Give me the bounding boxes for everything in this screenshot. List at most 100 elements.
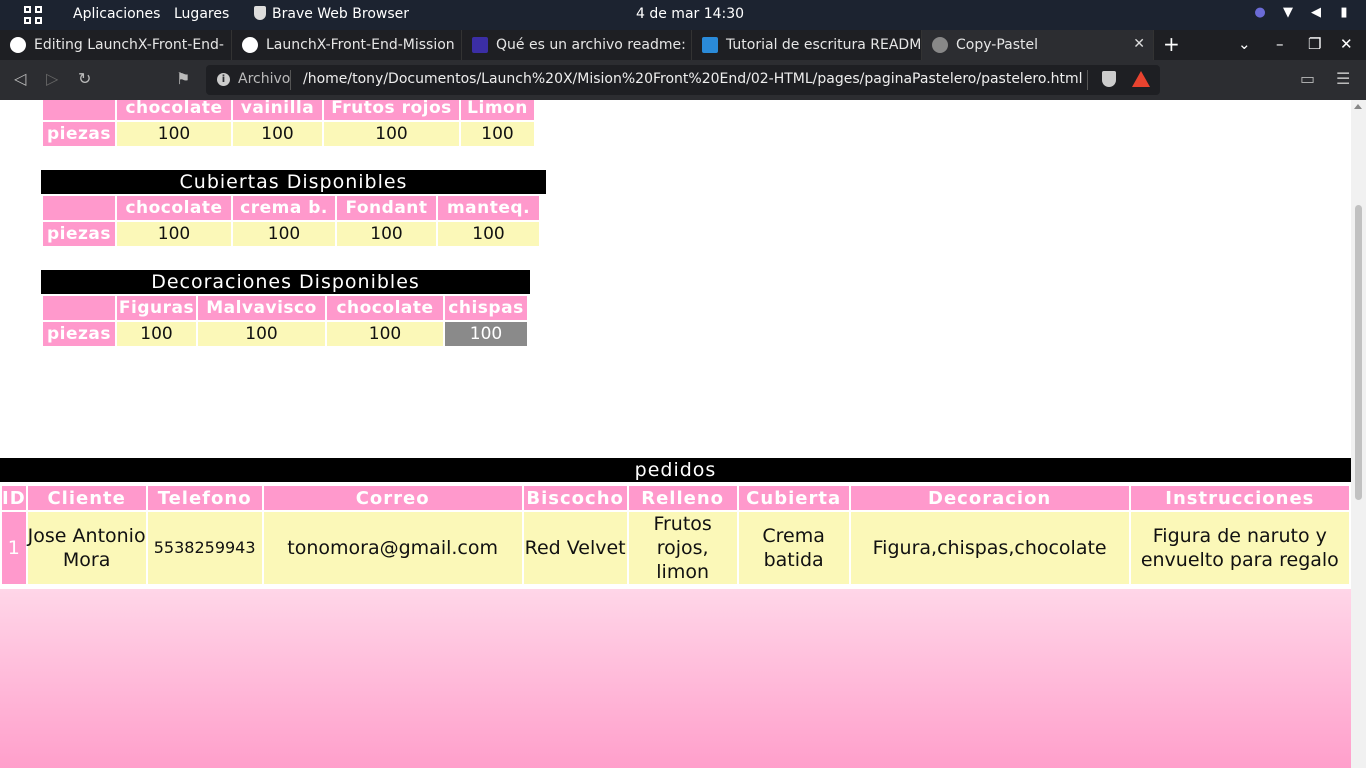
tab-label: Editing LaunchX-Front-End- (34, 37, 224, 53)
system-tray[interactable]: ● ▼ ◀ ▮ (1252, 5, 1352, 23)
tab-label: Tutorial de escritura READMI (726, 37, 922, 53)
table-header-cell: Cubierta (738, 486, 849, 510)
brave-rewards-icon[interactable] (1132, 71, 1150, 87)
wallet-icon[interactable]: ▭ (1300, 69, 1315, 88)
table-cell: 100 (233, 122, 322, 146)
minimize-icon[interactable]: – (1276, 35, 1284, 53)
pedidos-table: ID Cliente Telefono Correo Biscocho Rell… (0, 484, 1351, 586)
bookmark-icon[interactable]: ⚑ (176, 69, 190, 88)
active-app-menu[interactable]: Brave Web Browser (254, 6, 409, 22)
table-header-cell: vainilla (233, 100, 322, 120)
table-cell: Figura de naruto y envuelto para regalo (1130, 512, 1349, 584)
table-header-cell: manteq. (438, 196, 539, 220)
table-header-cell (43, 296, 115, 320)
table-cell-id: 1 (2, 512, 26, 584)
tab-editing-launchx[interactable]: Editing LaunchX-Front-End- (0, 30, 232, 60)
table-cell: Jose Antonio Mora (27, 512, 146, 584)
table-header-cell (43, 196, 115, 220)
table-header-cell: Biscocho (523, 486, 627, 510)
tab-copy-pastel[interactable]: Copy-Pastel ✕ (922, 30, 1154, 60)
address-bar[interactable]: i Archivo /home/tony/Documentos/Launch%2… (206, 65, 1160, 95)
cubiertas-caption: Cubiertas Disponibles (41, 170, 546, 194)
brave-lion-icon (254, 6, 266, 20)
volume-icon[interactable]: ◀ (1308, 5, 1324, 23)
system-top-bar: Aplicaciones Lugares Brave Web Browser 4… (0, 0, 1366, 30)
page-icon (472, 37, 488, 53)
row-label: piezas (43, 122, 115, 146)
tab-readme-que-es[interactable]: Qué es un archivo readme: ex (462, 30, 692, 60)
table-cell: 100 (233, 222, 335, 246)
table-header-cell: chocolate (327, 296, 443, 320)
scrollbar-thumb[interactable] (1355, 205, 1362, 500)
table-header-cell: Relleno (628, 486, 737, 510)
clock[interactable]: 4 de mar 14:30 (636, 6, 744, 22)
table-cell: 100 (461, 122, 534, 146)
table-cell: 100 (198, 322, 325, 346)
table-header-cell: Frutos rojos (324, 100, 459, 120)
globe-icon (932, 37, 948, 53)
table-header-row: chocolate crema b. Fondant manteq. (43, 196, 539, 220)
rellenos-table: chocolate vainilla Frutos rojos Limon pi… (41, 100, 536, 148)
table-cell: 100 (117, 322, 196, 346)
table-cell: 100 (438, 222, 539, 246)
menu-icon[interactable]: ☰ (1336, 69, 1350, 88)
table-header-cell: Decoracion (850, 486, 1129, 510)
table-row: piezas 100 100 100 100 (43, 122, 534, 146)
cubiertas-table: chocolate crema b. Fondant manteq. pieza… (41, 194, 541, 248)
table-header-cell: Limon (461, 100, 534, 120)
pedidos-caption: pedidos (0, 458, 1351, 482)
forward-icon[interactable]: ▷ (46, 69, 58, 88)
table-cell: 100 (117, 122, 231, 146)
tab-label: Qué es un archivo readme: ex (496, 37, 692, 53)
table-header-cell: chocolate (117, 100, 231, 120)
table-cell-hovered[interactable]: 100 (445, 322, 527, 346)
teams-icon[interactable]: ● (1252, 5, 1268, 23)
close-tab-icon[interactable]: ✕ (1133, 36, 1145, 52)
row-label: piezas (43, 322, 115, 346)
table-header-row: chocolate vainilla Frutos rojos Limon (43, 100, 534, 120)
table-cell: Red Velvet (523, 512, 627, 584)
tab-label: LaunchX-Front-End-Mission (266, 37, 455, 53)
tab-label: Copy-Pastel (956, 37, 1038, 53)
tab-tutorial-readme[interactable]: Tutorial de escritura READMI (692, 30, 922, 60)
tab-launchx-mission[interactable]: LaunchX-Front-End-Mission (232, 30, 462, 60)
wifi-icon[interactable]: ▼ (1280, 5, 1296, 23)
table-cell: tonomora@gmail.com (263, 512, 522, 584)
applications-menu[interactable]: Aplicaciones (73, 6, 160, 22)
browser-toolbar: ◁ ▷ ↻ ⚑ i Archivo /home/tony/Documentos/… (0, 60, 1366, 100)
table-cell: 100 (324, 122, 459, 146)
table-header-cell: chispas (445, 296, 527, 320)
battery-icon[interactable]: ▮ (1336, 5, 1352, 23)
url-divider (1087, 70, 1088, 90)
brave-shields-icon[interactable] (1102, 71, 1116, 87)
table-header-cell: ID (2, 486, 26, 510)
browser-tab-strip: Editing LaunchX-Front-End- LaunchX-Front… (0, 30, 1366, 60)
table-cell: Figura,chispas,chocolate (850, 512, 1129, 584)
page-scrollbar[interactable] (1351, 100, 1366, 768)
scroll-up-icon[interactable] (1354, 104, 1362, 109)
table-header-cell (43, 100, 115, 120)
table-row: piezas 100 100 100 100 (43, 322, 527, 346)
page-viewport: chocolate vainilla Frutos rojos Limon pi… (0, 100, 1351, 768)
url-text[interactable]: /home/tony/Documentos/Launch%20X/Mision%… (303, 71, 1083, 87)
table-header-cell: crema b. (233, 196, 335, 220)
back-icon[interactable]: ◁ (14, 69, 26, 88)
table-row: 1 Jose Antonio Mora 5538259943 tonomora@… (2, 512, 1349, 584)
table-header-cell: Figuras (117, 296, 196, 320)
new-tab-icon[interactable]: + (1163, 32, 1180, 56)
table-cell: 100 (337, 222, 436, 246)
places-menu[interactable]: Lugares (174, 6, 229, 22)
table-cell: Crema batida (738, 512, 849, 584)
tab-list-chevron-icon[interactable]: ⌄ (1238, 35, 1251, 53)
reload-icon[interactable]: ↻ (78, 69, 91, 88)
table-header-cell: Instrucciones (1130, 486, 1349, 510)
table-cell: Frutos rojos, limon (628, 512, 737, 584)
site-info-icon[interactable]: i (217, 73, 230, 86)
restore-icon[interactable]: ❐ (1308, 35, 1321, 53)
close-window-icon[interactable]: ✕ (1340, 35, 1353, 53)
table-header-cell: Correo (263, 486, 522, 510)
app-grid-icon[interactable] (24, 6, 42, 24)
table-cell: 5538259943 (147, 512, 262, 584)
table-header-row: ID Cliente Telefono Correo Biscocho Rell… (2, 486, 1349, 510)
table-header-row: Figuras Malvavisco chocolate chispas (43, 296, 527, 320)
